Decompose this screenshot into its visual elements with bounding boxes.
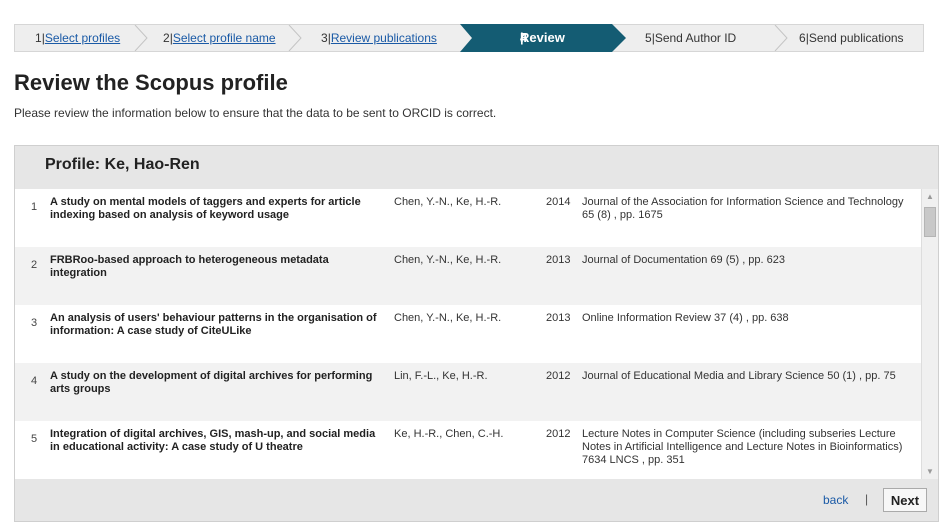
next-button[interactable]: Next: [883, 488, 927, 512]
step-divider-icon: [288, 25, 302, 51]
step-divider-icon: [134, 25, 148, 51]
publication-source: Online Information Review 37 (4) , pp. 6…: [582, 312, 789, 324]
publication-year: 2014: [546, 196, 571, 208]
step-divider-icon: [774, 25, 788, 51]
publication-row: 3 An analysis of users' behaviour patter…: [15, 305, 921, 363]
scroll-up-arrow-icon[interactable]: ▲: [922, 189, 938, 204]
publication-source: Journal of Documentation 69 (5) , pp. 62…: [582, 254, 786, 266]
publication-source: Journal of Educational Media and Library…: [582, 370, 896, 382]
publication-authors: Chen, Y.-N., Ke, H.-R.: [394, 196, 502, 208]
publication-year: 2012: [546, 428, 571, 440]
publication-year: 2012: [546, 370, 571, 382]
publication-index: 3: [31, 317, 38, 329]
publication-list[interactable]: 1 A study on mental models of taggers an…: [15, 189, 921, 479]
step-3[interactable]: 3|Review publications: [321, 25, 437, 51]
step-5: 5|Send Author ID: [645, 31, 737, 45]
step-4-active: 4 | Review profile: [460, 24, 628, 73]
profile-title: Profile: Ke, Hao-Ren: [45, 156, 200, 173]
step-6: 6|Send publications: [799, 31, 904, 45]
scroll-thumb[interactable]: [924, 207, 936, 237]
back-link[interactable]: back: [823, 493, 848, 507]
publication-title: An analysis of users' behaviour patterns…: [50, 312, 377, 337]
publication-authors: Ke, H.-R., Chen, C.-H.: [394, 428, 504, 440]
step-1[interactable]: 1|Select profiles: [35, 25, 120, 51]
footer-separator: |: [865, 492, 869, 506]
publication-row: 5 Integration of digital archives, GIS, …: [15, 421, 921, 479]
scroll-down-arrow-icon[interactable]: ▼: [922, 464, 938, 479]
publication-title: Integration of digital archives, GIS, ma…: [50, 428, 376, 453]
list-scrollbar[interactable]: ▲ ▼: [921, 189, 938, 479]
publication-row: 4 A study on the development of digital …: [15, 363, 921, 421]
step-2[interactable]: 2|Select profile name: [163, 25, 276, 51]
page-title: Review the Scopus profile: [14, 70, 288, 95]
publication-index: 2: [31, 259, 38, 271]
publication-title: A study on the development of digital ar…: [50, 370, 373, 395]
publication-index: 1: [31, 201, 38, 213]
publication-year: 2013: [546, 312, 571, 324]
profile-panel: Profile: Ke, Hao-Ren 1 A study on mental…: [14, 145, 939, 522]
publication-authors: Chen, Y.-N., Ke, H.-R.: [394, 312, 502, 324]
publication-title: FRBRoo-based approach to heterogeneous m…: [50, 254, 329, 279]
step-2-link[interactable]: Select profile name: [173, 31, 276, 45]
publication-authors: Lin, F.-L., Ke, H.-R.: [394, 370, 488, 382]
publication-source: Lecture Notes in Computer Science (inclu…: [582, 428, 903, 466]
publication-title: A study on mental models of taggers and …: [50, 196, 361, 221]
progress-steps: 1|Select profiles 2|Select profile name …: [14, 24, 924, 73]
publication-year: 2013: [546, 254, 571, 266]
publication-index: 4: [31, 375, 38, 387]
page-subtitle: Please review the information below to e…: [14, 106, 497, 120]
publication-row: 1 A study on mental models of taggers an…: [15, 189, 921, 247]
publication-row: 2 FRBRoo-based approach to heterogeneous…: [15, 247, 921, 305]
publication-source: Journal of the Association for Informati…: [582, 196, 904, 221]
panel-footer: back | Next: [15, 479, 938, 521]
step-3-link[interactable]: Review publications: [331, 31, 437, 45]
publication-authors: Chen, Y.-N., Ke, H.-R.: [394, 254, 502, 266]
publication-index: 5: [31, 433, 38, 445]
step-1-link[interactable]: Select profiles: [45, 31, 120, 45]
